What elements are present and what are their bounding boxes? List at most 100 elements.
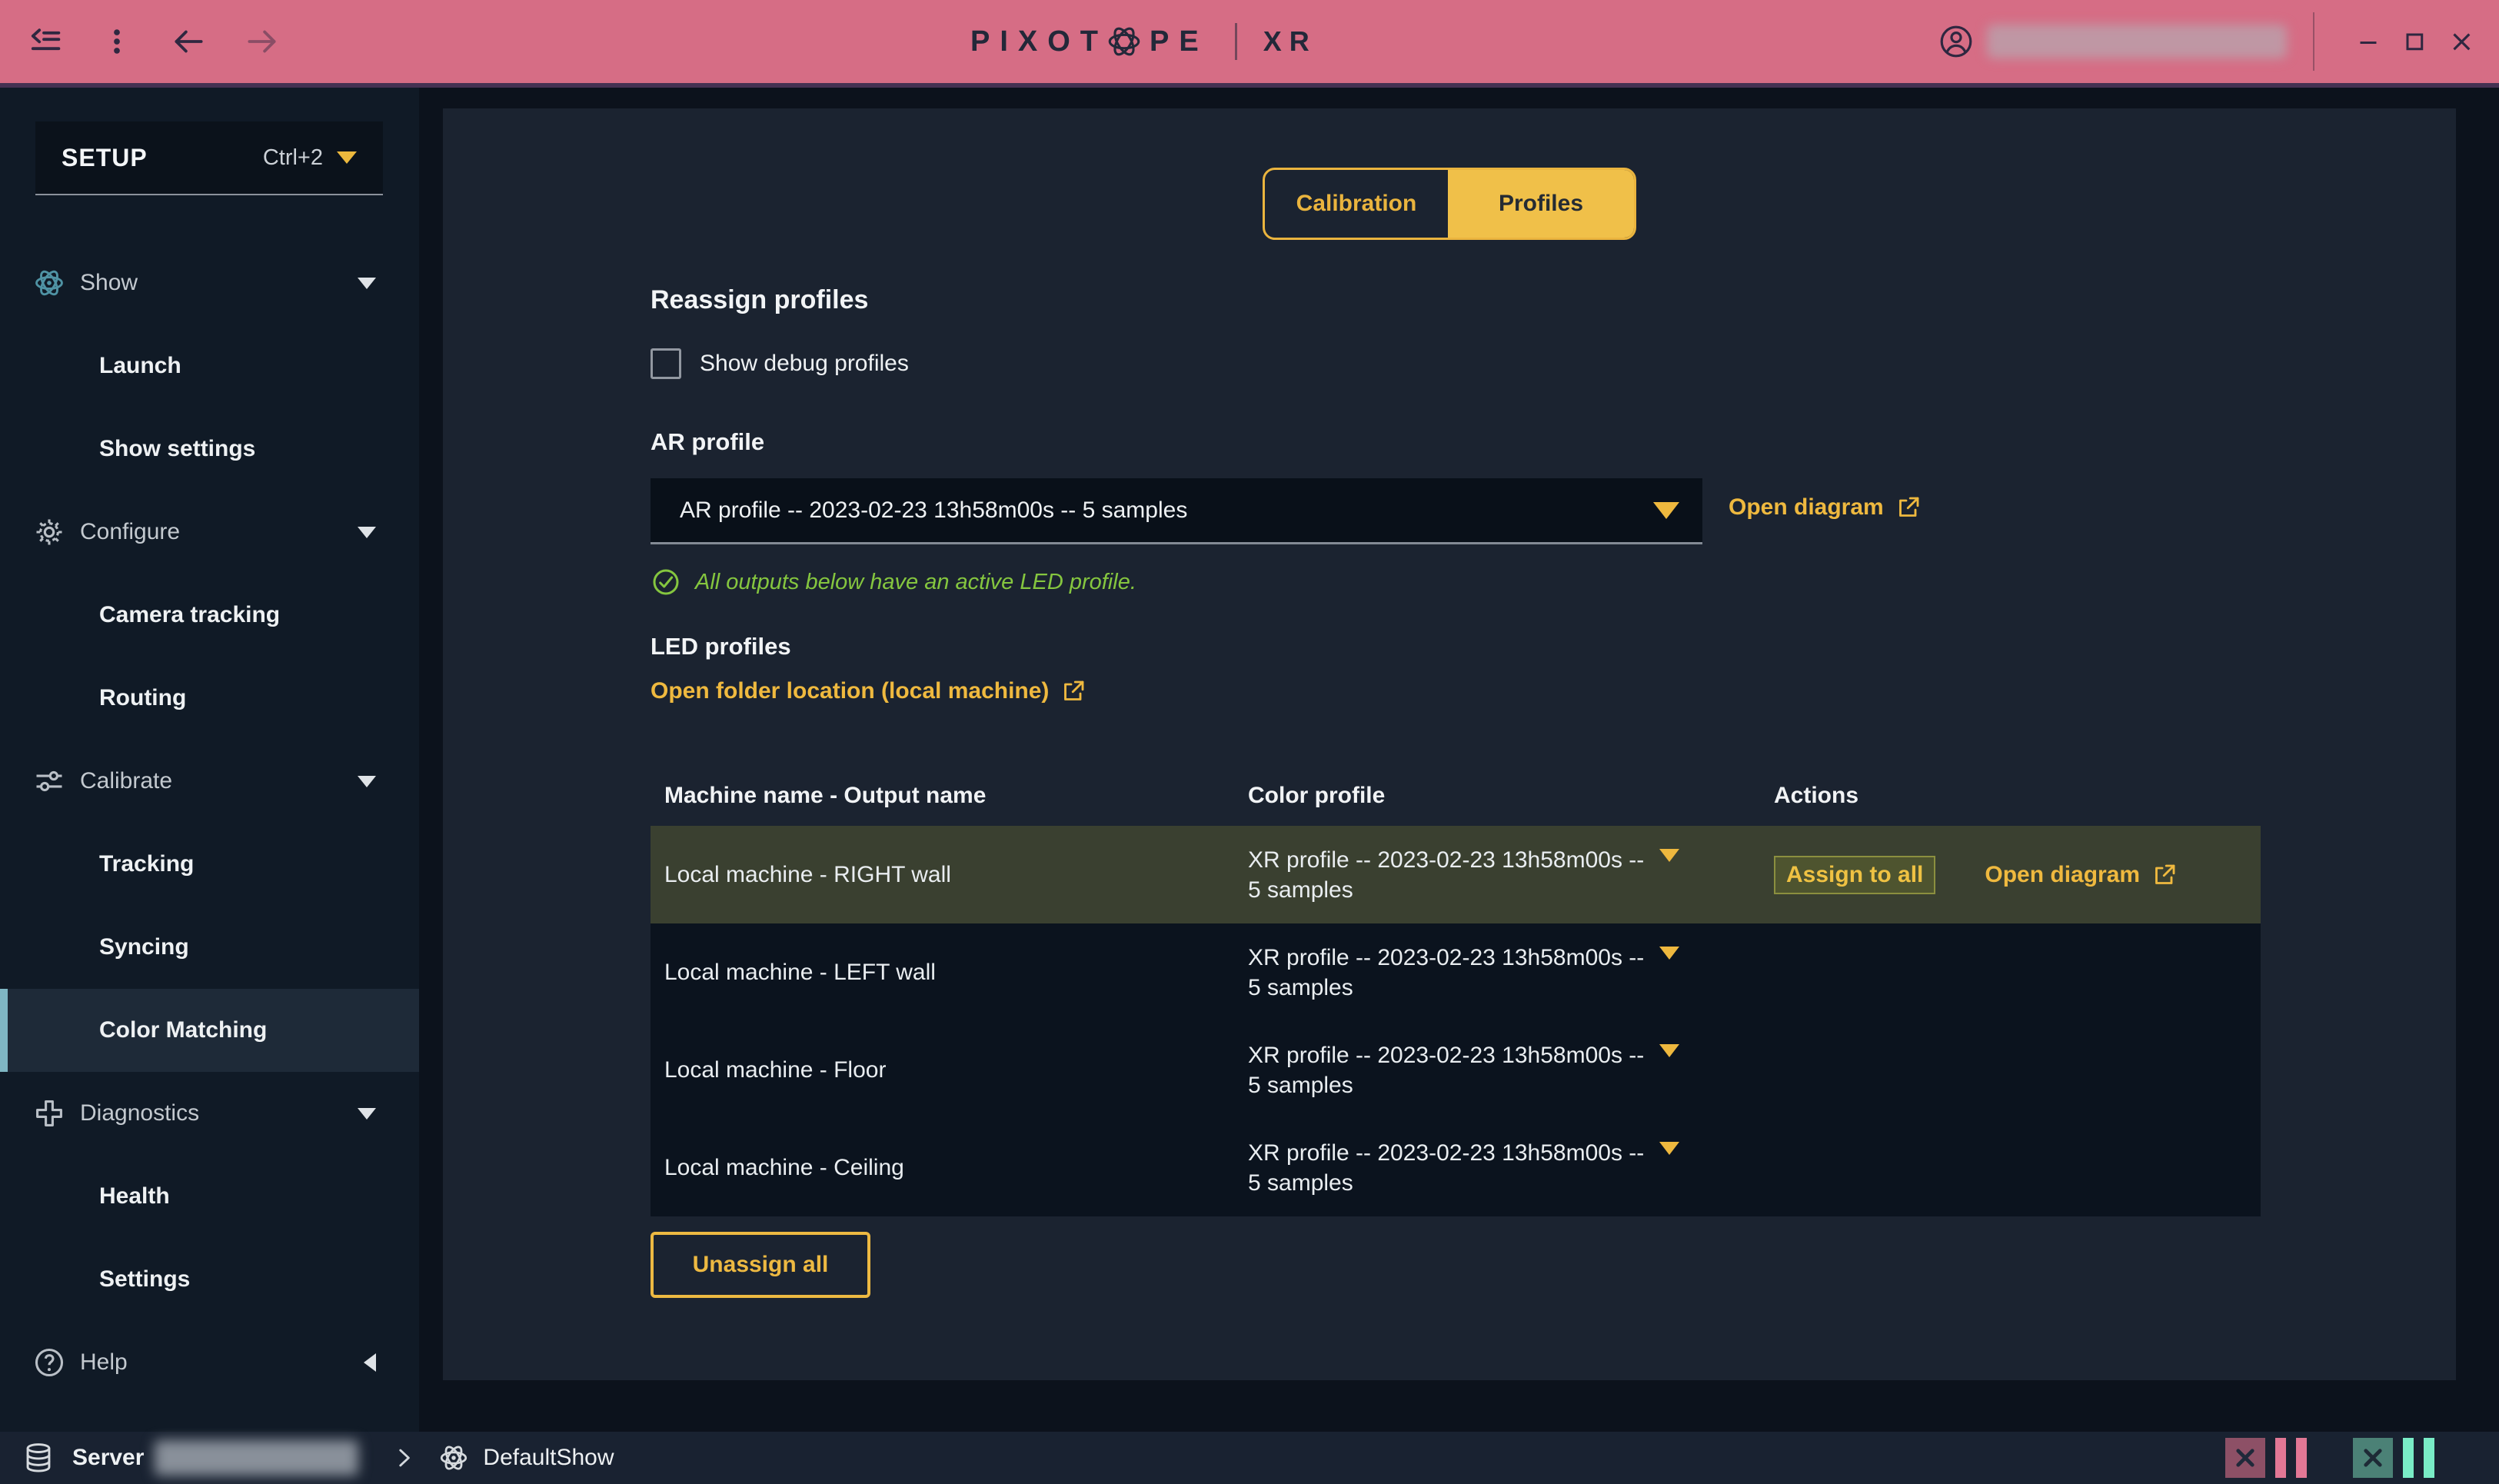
tab-calibration[interactable]: Calibration xyxy=(1265,170,1448,238)
show-debug-profiles-label: Show debug profiles xyxy=(700,351,909,377)
sidebar-item-label: Color Matching xyxy=(99,1017,267,1043)
open-diagram-link[interactable]: Open diagram xyxy=(1729,494,1922,521)
sidebar-item-label: Configure xyxy=(80,519,180,545)
kebab-menu-icon[interactable] xyxy=(100,25,134,58)
sidebar-item-calibrate[interactable]: Calibrate xyxy=(0,740,419,823)
color-profile-value[interactable]: XR profile -- 2023-02-23 13h58m00s -- 5 … xyxy=(1248,1040,1659,1100)
show-debug-profiles-checkbox[interactable] xyxy=(651,348,681,379)
table-row: Local machine - RIGHT wall XR profile --… xyxy=(651,826,2261,923)
selected-indicator xyxy=(0,989,8,1072)
open-folder-location-link[interactable]: Open folder location (local machine) xyxy=(651,677,1087,705)
forward-arrow-icon[interactable] xyxy=(243,22,281,61)
led-table-body: Local machine - RIGHT wall XR profile --… xyxy=(651,826,2261,1216)
sidebar: SETUP Ctrl+2 Show Launch Show settings C… xyxy=(0,88,419,1432)
maximize-icon[interactable] xyxy=(2401,28,2428,55)
engine-pause-icon[interactable] xyxy=(2296,1438,2307,1478)
sidebar-item-routing[interactable]: Routing xyxy=(0,657,419,740)
ar-profile-value: AR profile -- 2023-02-23 13h58m00s -- 5 … xyxy=(680,497,1187,524)
show-breadcrumb[interactable]: DefaultShow xyxy=(437,1441,614,1475)
setup-label: SETUP xyxy=(62,144,148,172)
col-color-profile: Color profile xyxy=(1248,783,1659,809)
profile-tabs: Calibration Profiles xyxy=(1263,168,1636,240)
color-profile-value[interactable]: XR profile -- 2023-02-23 13h58m00s -- 5 … xyxy=(1248,845,1659,905)
setup-caret-icon xyxy=(337,151,357,164)
app-logo: PIXOT PE XR xyxy=(970,0,1317,83)
chevron-right-icon xyxy=(391,1445,417,1471)
title-bar-right xyxy=(1938,0,2476,83)
engine-pause-icon[interactable] xyxy=(2275,1438,2286,1478)
unassign-all-button[interactable]: Unassign all xyxy=(651,1232,870,1298)
database-icon xyxy=(22,1441,55,1475)
sidebar-item-label: Camera tracking xyxy=(99,602,280,628)
engine-stop-icon[interactable] xyxy=(2225,1438,2265,1478)
reassign-profiles-title: Reassign profiles xyxy=(651,285,868,315)
engine-pause-icon[interactable] xyxy=(2424,1438,2434,1478)
sidebar-item-label: Settings xyxy=(99,1266,190,1293)
sidebar-item-launch[interactable]: Launch xyxy=(0,324,419,408)
app-window: PIXOT PE XR SET xyxy=(0,0,2499,1484)
help-icon xyxy=(31,1346,68,1379)
open-diagram-label: Open diagram xyxy=(1729,494,1884,521)
sidebar-item-label: Help xyxy=(80,1349,128,1376)
server-name-blurred xyxy=(155,1440,358,1476)
engine-pause-icon[interactable] xyxy=(2403,1438,2414,1478)
external-link-icon xyxy=(2151,861,2178,889)
logo-divider xyxy=(1235,23,1237,60)
engine-status-indicators xyxy=(2225,1438,2434,1478)
color-profile-value[interactable]: XR profile -- 2023-02-23 13h58m00s -- 5 … xyxy=(1248,1138,1659,1198)
dropdown-caret-icon xyxy=(1659,1142,1679,1180)
open-diagram-label: Open diagram xyxy=(1985,862,2140,888)
close-icon[interactable] xyxy=(2447,27,2476,56)
sidebar-item-show[interactable]: Show xyxy=(0,241,419,324)
engine-stop-icon[interactable] xyxy=(2353,1438,2393,1478)
chevron-down-icon xyxy=(358,527,376,538)
sidebar-item-show-settings[interactable]: Show settings xyxy=(0,408,419,491)
setup-level-selector[interactable]: SETUP Ctrl+2 xyxy=(35,121,383,195)
sidebar-item-configure[interactable]: Configure xyxy=(0,491,419,574)
minimize-icon[interactable] xyxy=(2354,28,2382,55)
row-open-diagram-link[interactable]: Open diagram xyxy=(1985,861,2178,889)
show-atom-icon xyxy=(31,265,68,301)
sidebar-item-settings[interactable]: Settings xyxy=(0,1238,419,1321)
row-dropdown-caret[interactable] xyxy=(1659,1057,1774,1083)
user-icon[interactable] xyxy=(1938,23,1975,60)
user-account-blurred[interactable] xyxy=(1987,25,2287,58)
row-dropdown-caret[interactable] xyxy=(1659,960,1774,986)
dropdown-caret-icon xyxy=(1653,502,1679,519)
chevron-down-icon xyxy=(358,776,376,787)
ar-profile-dropdown[interactable]: AR profile -- 2023-02-23 13h58m00s -- 5 … xyxy=(651,478,1702,544)
sidebar-item-diagnostics[interactable]: Diagnostics xyxy=(0,1072,419,1155)
back-arrow-icon[interactable] xyxy=(169,22,208,61)
col-machine-name: Machine name - Output name xyxy=(651,783,1248,809)
chevron-down-icon xyxy=(358,1108,376,1120)
sidebar-item-syncing[interactable]: Syncing xyxy=(0,906,419,989)
sidebar-item-health[interactable]: Health xyxy=(0,1155,419,1238)
sidebar-item-color-matching[interactable]: Color Matching xyxy=(0,989,419,1072)
status-bar: Server DefaultShow xyxy=(0,1432,2499,1484)
sidebar-item-camera-tracking[interactable]: Camera tracking xyxy=(0,574,419,657)
collapse-sidebar-icon[interactable] xyxy=(28,23,65,60)
sidebar-item-label: Tracking xyxy=(99,851,194,877)
server-label: Server xyxy=(72,1445,144,1471)
row-dropdown-caret[interactable] xyxy=(1659,862,1774,888)
external-link-icon xyxy=(1895,494,1922,521)
atom-logo-icon xyxy=(1105,22,1143,61)
sidebar-item-label: Health xyxy=(99,1183,170,1209)
main-panel: Calibration Profiles Reassign profiles S… xyxy=(443,108,2456,1380)
row-dropdown-caret[interactable] xyxy=(1659,1155,1774,1181)
sidebar-menu: Show Launch Show settings Configure Came… xyxy=(0,241,419,1404)
led-table-header: Machine name - Output name Color profile… xyxy=(651,765,2261,826)
sidebar-item-label: Syncing xyxy=(99,934,189,960)
sidebar-item-label: Show settings xyxy=(99,436,255,462)
assign-to-all-button[interactable]: Assign to all xyxy=(1774,856,1935,894)
sidebar-item-tracking[interactable]: Tracking xyxy=(0,823,419,906)
sidebar-item-label: Routing xyxy=(99,685,186,711)
sidebar-item-label: Diagnostics xyxy=(80,1100,199,1126)
machine-output-name: Local machine - LEFT wall xyxy=(651,960,1248,986)
color-profile-value[interactable]: XR profile -- 2023-02-23 13h58m00s -- 5 … xyxy=(1248,943,1659,1003)
server-breadcrumb[interactable]: Server xyxy=(22,1440,358,1476)
sidebar-item-help[interactable]: Help xyxy=(0,1321,419,1404)
check-circle-icon xyxy=(651,567,681,597)
tab-profiles[interactable]: Profiles xyxy=(1448,170,1634,238)
open-folder-label: Open folder location (local machine) xyxy=(651,678,1049,704)
